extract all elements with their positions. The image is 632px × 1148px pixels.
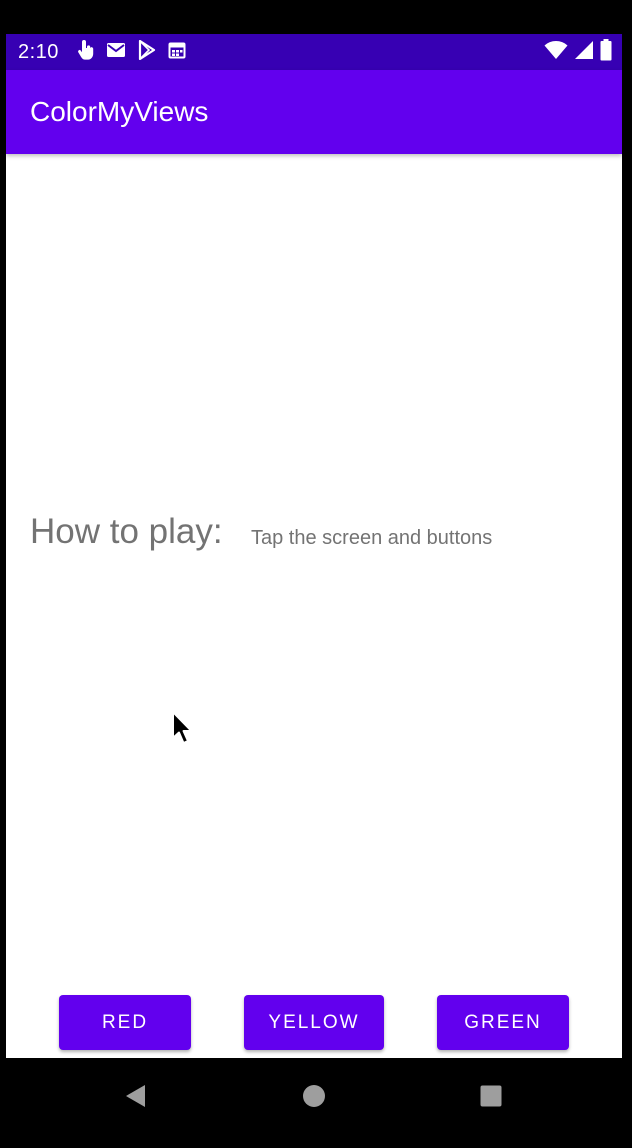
mail-icon: [106, 42, 126, 63]
status-time: 2:10: [18, 41, 59, 63]
notification-icons: [76, 39, 186, 65]
back-icon[interactable]: [114, 1078, 158, 1114]
yellow-button[interactable]: YELLOW: [244, 995, 384, 1050]
app-bar: ColorMyViews: [6, 70, 622, 154]
wifi-icon: [544, 40, 568, 65]
touch-icon: [76, 39, 94, 65]
navigation-bar: [0, 1058, 632, 1148]
how-to-play-text: Tap the screen and buttons: [251, 527, 493, 549]
cell-signal-icon: [574, 40, 594, 65]
recents-icon[interactable]: [469, 1078, 513, 1114]
home-icon[interactable]: [292, 1078, 336, 1114]
device-screen: 2:10 ColorMyViews How to play: Tap the s…: [0, 0, 632, 1148]
how-to-play-label: How to play:: [30, 512, 223, 551]
app-title: ColorMyViews: [30, 96, 209, 127]
system-icons: [544, 38, 612, 66]
main-content[interactable]: How to play: Tap the screen and buttons …: [6, 154, 622, 1058]
play-store-icon: [138, 39, 156, 65]
green-button[interactable]: GREEN: [437, 995, 569, 1050]
calendar-icon: [168, 41, 186, 64]
battery-icon: [600, 38, 612, 66]
red-button[interactable]: RED: [59, 995, 191, 1050]
status-bar: 2:10: [6, 34, 622, 70]
mouse-pointer-icon: [171, 710, 197, 751]
